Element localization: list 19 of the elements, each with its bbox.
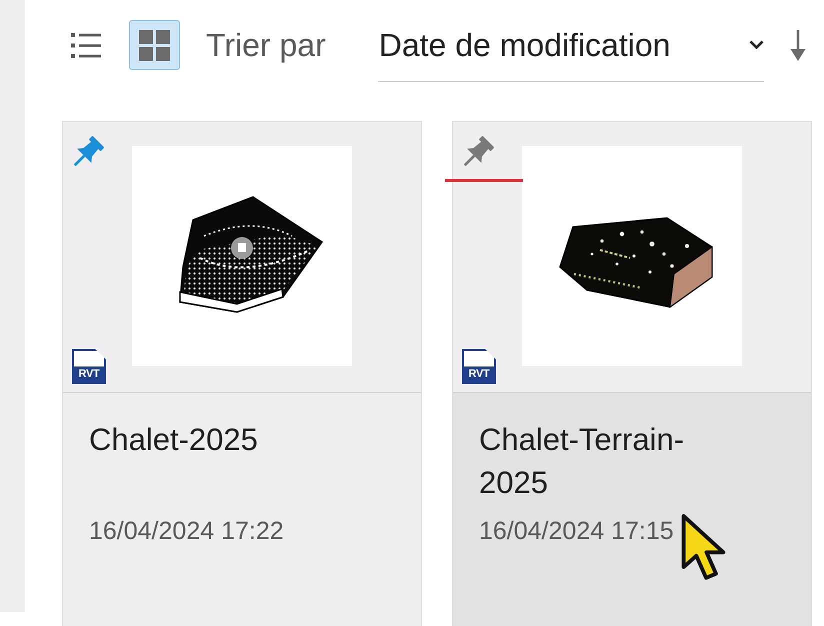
file-card[interactable]: RVT Chalet-Terrain-2025 16/04/2024 17:15 — [452, 121, 812, 626]
grid-icon — [139, 30, 170, 60]
list-icon — [70, 32, 100, 58]
sort-dropdown[interactable]: Date de modification — [378, 8, 764, 82]
chevron-down-icon — [748, 40, 764, 49]
sort-direction-button[interactable] — [788, 30, 807, 60]
mouse-pointer-icon — [681, 514, 726, 580]
file-card[interactable]: RVT Chalet-2025 16/04/2024 17:22 — [62, 121, 422, 626]
modified-date: 16/04/2024 17:15 — [479, 516, 674, 546]
sort-label: Trier par — [206, 27, 326, 63]
pushpin-icon[interactable] — [74, 135, 105, 166]
arrow-down-icon — [788, 30, 807, 60]
modified-date: 16/04/2024 17:22 — [89, 516, 284, 546]
grid-view-button[interactable] — [129, 20, 180, 70]
pushpin-icon[interactable] — [464, 135, 495, 166]
file-name: Chalet-2025 — [89, 421, 259, 459]
file-name: Chalet-Terrain-2025 — [479, 421, 686, 502]
file-type-badge: RVT — [462, 349, 496, 384]
file-type-badge: RVT — [72, 349, 106, 384]
